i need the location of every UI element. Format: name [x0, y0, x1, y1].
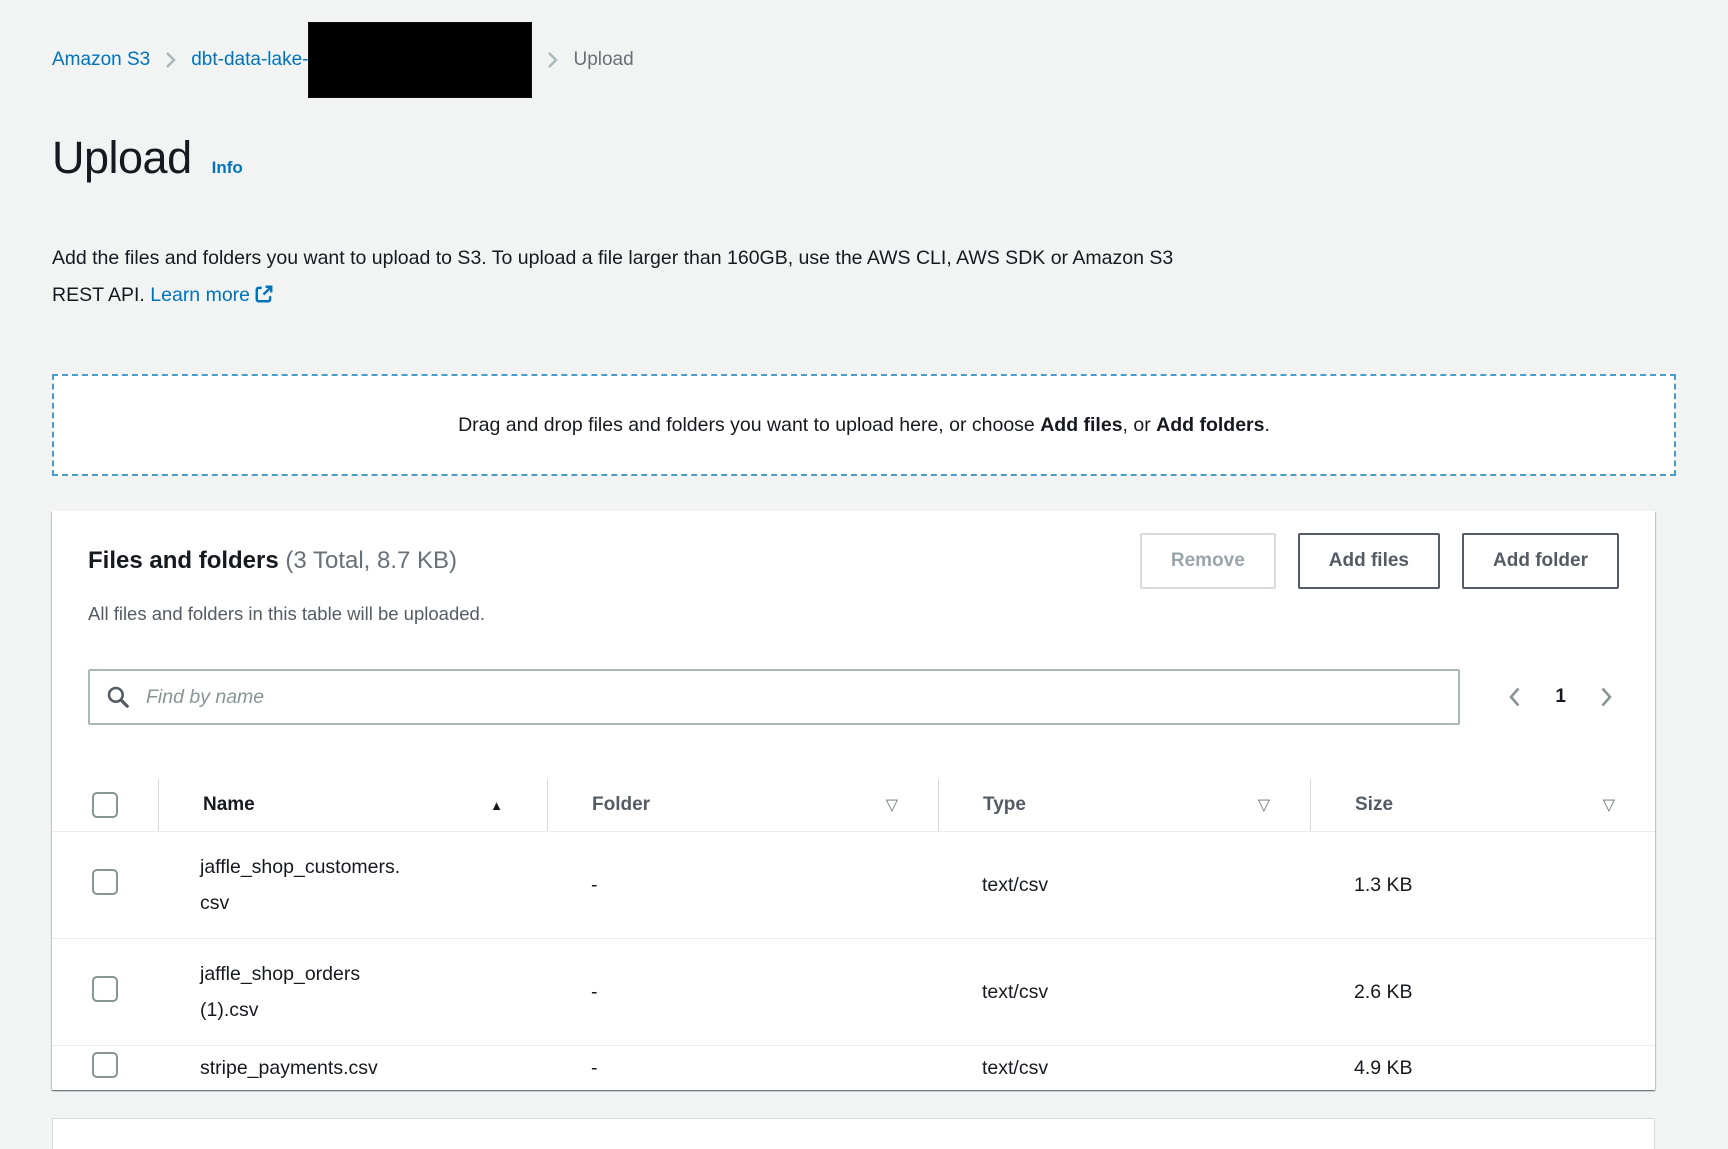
chevron-left-icon — [1508, 686, 1521, 708]
chevron-right-icon — [165, 51, 176, 69]
breadcrumb-bucket: dbt-data-lake- — [191, 22, 532, 98]
column-label: Size — [1355, 794, 1393, 816]
column-label: Type — [983, 794, 1026, 816]
files-table: Name ▲ Folder ▽ Type ▽ Size ▽ jaffl — [52, 779, 1655, 1090]
column-header-type[interactable]: Type ▽ — [938, 779, 1310, 831]
sort-icon: ▽ — [1258, 795, 1270, 815]
cell-type: text/csv — [938, 1057, 1310, 1080]
cell-name: jaffle_shop_orders (1).csv — [158, 956, 547, 1028]
table-row: jaffle_shop_orders (1).csv - text/csv 2.… — [52, 939, 1655, 1046]
sort-icon: ▽ — [1603, 795, 1615, 815]
column-header-folder[interactable]: Folder ▽ — [547, 779, 938, 831]
cell-size: 1.3 KB — [1310, 874, 1655, 897]
sort-ascending-icon: ▲ — [490, 798, 503, 813]
column-label: Folder — [592, 794, 650, 816]
column-header-name[interactable]: Name ▲ — [158, 779, 547, 831]
files-and-folders-panel: Files and folders (3 Total, 8.7 KB) Remo… — [52, 511, 1655, 1090]
panel-subtitle: All files and folders in this table will… — [88, 603, 1619, 625]
search-box — [88, 669, 1460, 725]
dropzone-add-files-label: Add files — [1040, 414, 1122, 436]
breadcrumb-bucket-link[interactable]: dbt-data-lake- — [191, 49, 308, 71]
current-page[interactable]: 1 — [1555, 686, 1566, 708]
learn-more-link[interactable]: Learn more — [150, 284, 274, 306]
chevron-right-icon — [1600, 686, 1613, 708]
page-description: Add the files and folders you want to up… — [52, 240, 1222, 314]
info-link[interactable]: Info — [212, 158, 243, 178]
cell-folder: - — [547, 1057, 938, 1080]
search-icon — [105, 684, 131, 710]
column-label: Name — [203, 794, 255, 816]
pagination: 1 — [1508, 686, 1619, 708]
cell-size: 2.6 KB — [1310, 981, 1655, 1004]
cell-type: text/csv — [938, 981, 1310, 1004]
previous-page-button[interactable] — [1508, 686, 1521, 708]
add-files-button[interactable]: Add files — [1298, 533, 1440, 589]
cell-name: jaffle_shop_customers.csv — [158, 849, 547, 921]
cell-size: 4.9 KB — [1310, 1057, 1655, 1080]
chevron-right-icon — [547, 51, 558, 69]
panel-title-text: Files and folders — [88, 547, 279, 574]
external-link-icon — [254, 284, 274, 304]
panel-header: Files and folders (3 Total, 8.7 KB) Remo… — [52, 511, 1655, 589]
row-checkbox[interactable] — [92, 976, 118, 1002]
add-folder-button[interactable]: Add folder — [1462, 533, 1619, 589]
sort-icon: ▽ — [886, 795, 898, 815]
cell-name: stripe_payments.csv — [158, 1050, 547, 1086]
search-input[interactable] — [88, 669, 1460, 725]
select-all-checkbox[interactable] — [92, 792, 118, 818]
remove-button[interactable]: Remove — [1140, 533, 1276, 589]
page-title: Upload — [52, 132, 192, 184]
redacted-bucket-name — [308, 22, 532, 98]
table-row: stripe_payments.csv - text/csv 4.9 KB — [52, 1046, 1655, 1090]
table-row: jaffle_shop_customers.csv - text/csv 1.3… — [52, 832, 1655, 939]
dropzone-text: Drag and drop files and folders you want… — [458, 414, 1270, 437]
breadcrumb-amazon-s3[interactable]: Amazon S3 — [52, 49, 150, 71]
s3-upload-page: Amazon S3 dbt-data-lake- Upload Upload I… — [0, 0, 1728, 1149]
panel-title: Files and folders (3 Total, 8.7 KB) — [88, 545, 457, 577]
table-header: Name ▲ Folder ▽ Type ▽ Size ▽ — [52, 779, 1655, 832]
breadcrumb-current: Upload — [573, 49, 633, 71]
dropzone-add-folders-label: Add folders — [1156, 414, 1264, 436]
checkbox-cell — [52, 1052, 158, 1084]
learn-more-label: Learn more — [150, 284, 250, 306]
page-header: Upload Info — [52, 132, 1676, 184]
next-section-top-edge — [52, 1118, 1655, 1149]
cell-folder: - — [547, 874, 938, 897]
column-header-size[interactable]: Size ▽ — [1310, 779, 1655, 831]
cell-folder: - — [547, 981, 938, 1004]
row-checkbox[interactable] — [92, 1052, 118, 1078]
cell-type: text/csv — [938, 874, 1310, 897]
checkbox-cell — [52, 976, 158, 1008]
search-row: 1 — [88, 669, 1619, 725]
panel-count: (3 Total, 8.7 KB) — [285, 547, 457, 574]
row-checkbox[interactable] — [92, 869, 118, 895]
panel-actions: Remove Add files Add folder — [1140, 533, 1619, 589]
select-all-cell — [52, 779, 158, 831]
checkbox-cell — [52, 869, 158, 901]
next-page-button[interactable] — [1600, 686, 1613, 708]
breadcrumb: Amazon S3 dbt-data-lake- Upload — [52, 22, 1676, 98]
upload-dropzone[interactable]: Drag and drop files and folders you want… — [52, 374, 1676, 476]
